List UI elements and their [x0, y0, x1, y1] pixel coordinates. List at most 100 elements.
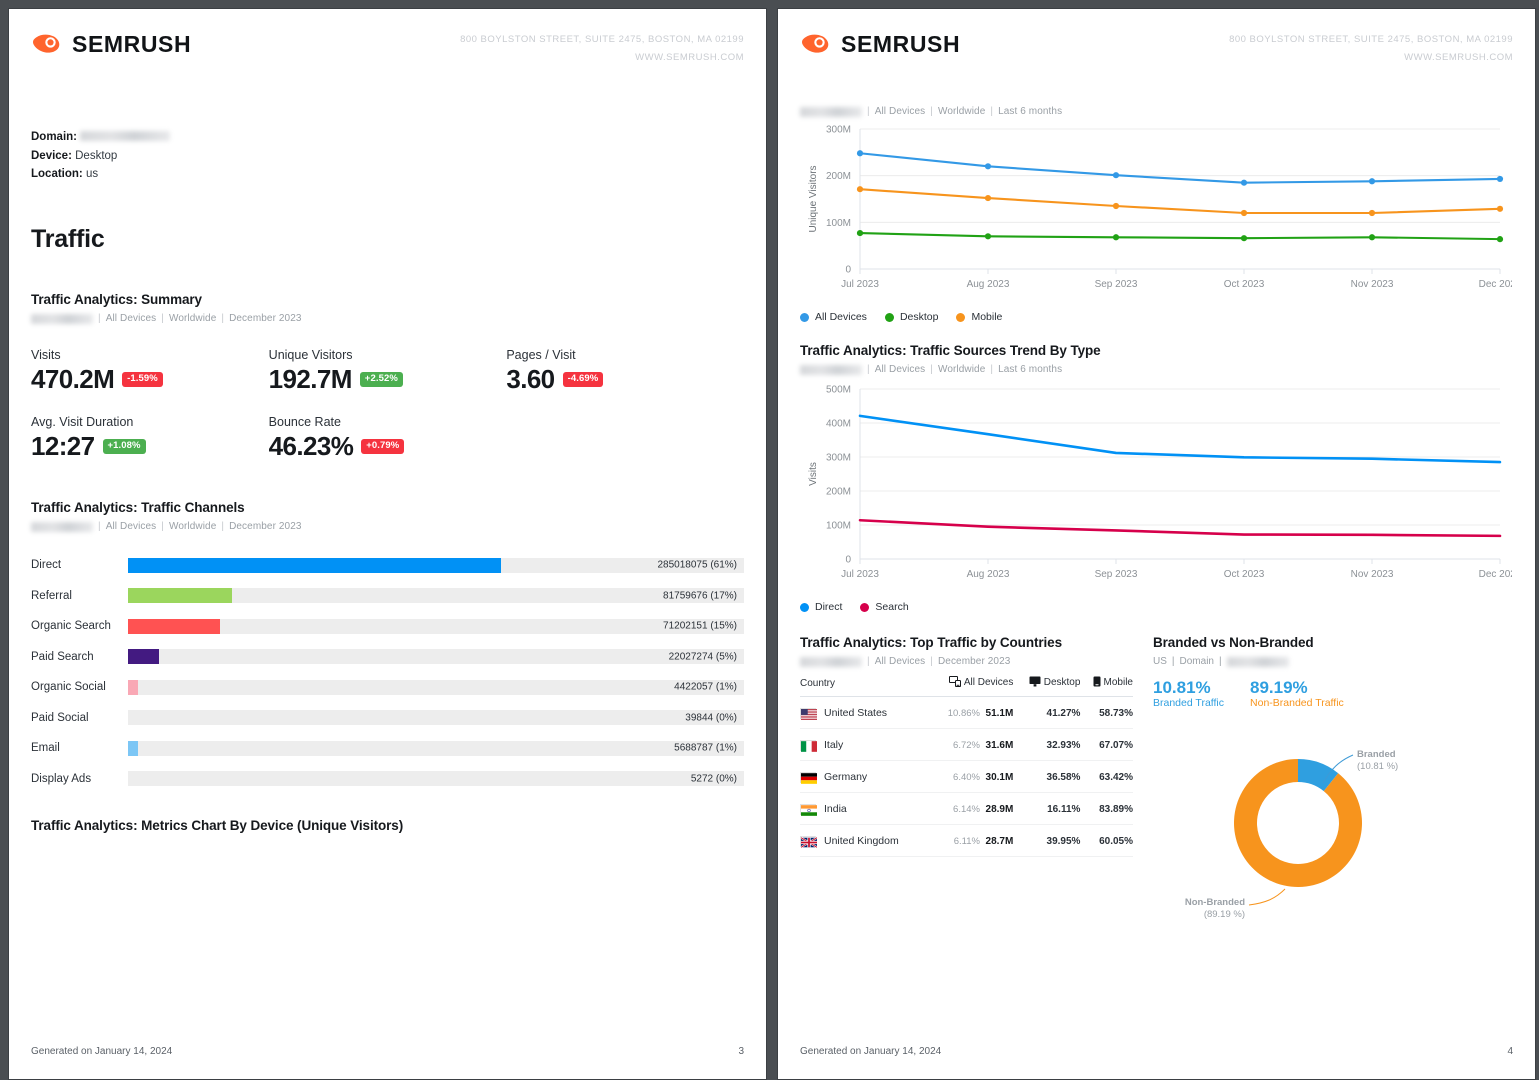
col-mobile[interactable]: Mobile	[1080, 676, 1133, 697]
country-visitors: 31.6M	[986, 740, 1014, 751]
channel-row: Paid Social 39844 (0%)	[31, 703, 744, 734]
flag-icon	[800, 740, 816, 751]
sub-sep: |	[930, 656, 933, 667]
metric-value: 192.7M	[269, 364, 352, 395]
svg-text:500M: 500M	[826, 385, 851, 396]
all-devices-cell: 6.72% 31.6M	[928, 729, 1013, 761]
legend-item[interactable]: Direct	[800, 601, 842, 613]
channel-bar-track: 285018075 (61%)	[128, 558, 744, 573]
metric-label: Visits	[31, 348, 269, 362]
metric-label: Avg. Visit Duration	[31, 415, 269, 429]
metric-value: 3.60	[506, 364, 554, 395]
legend-item[interactable]: Search	[860, 601, 908, 613]
table-row[interactable]: United Kingdom6.11% 28.7M39.95%60.05%	[800, 825, 1133, 857]
sub-sep: |	[867, 106, 870, 117]
countries-table: Country All Devices Desktop	[800, 676, 1133, 857]
donut-callout-branded-value: (10.81 %)	[1357, 761, 1398, 772]
svg-text:200M: 200M	[826, 171, 851, 182]
svg-text:300M: 300M	[826, 453, 851, 464]
semrush-flame-icon	[800, 33, 831, 56]
channel-value: 39844 (0%)	[685, 712, 737, 723]
legend-item[interactable]: All Devices	[800, 311, 867, 323]
flag-icon	[800, 772, 816, 783]
sources-widget-subtitle: | All Devices | Worldwide | Last 6 month…	[800, 364, 1513, 375]
countries-widget-title: Traffic Analytics: Top Traffic by Countr…	[800, 635, 1133, 650]
uv-sub-0: All Devices	[875, 106, 926, 117]
sub-sep: |	[161, 313, 164, 324]
country-visitors: 28.7M	[986, 836, 1014, 847]
metric-label: Pages / Visit	[506, 348, 744, 362]
sources-widget-title: Traffic Analytics: Traffic Sources Trend…	[800, 343, 1513, 358]
country-name: India	[824, 803, 847, 815]
meta-device: Device: Desktop	[31, 147, 744, 166]
col-all-devices[interactable]: All Devices	[928, 676, 1013, 697]
flag-icon	[800, 804, 816, 815]
branded-widget-title: Branded vs Non-Branded	[1153, 635, 1513, 650]
svg-text:Sep 2023: Sep 2023	[1095, 279, 1138, 290]
channel-name: Paid Social	[31, 712, 128, 724]
unique-visitors-widget: | All Devices | Worldwide | Last 6 month…	[800, 106, 1513, 323]
country-visitors: 28.9M	[986, 804, 1014, 815]
meta-domain: Domain:	[31, 128, 744, 147]
channel-name: Referral	[31, 590, 128, 602]
sub-sep: |	[1219, 656, 1222, 667]
all-devices-cell: 6.40% 30.1M	[928, 761, 1013, 793]
svg-text:Jul 2023: Jul 2023	[841, 569, 879, 580]
sources-trend-line-chart: 0100M200M300M400M500MJul 2023Aug 2023Sep…	[800, 375, 1513, 597]
col-all-devices-label: All Devices	[964, 677, 1013, 688]
donut-slice-non-branded[interactable]	[1234, 759, 1362, 887]
channel-row: Email5688787 (1%)	[31, 733, 744, 764]
cty-sub-1: December 2023	[938, 656, 1010, 667]
col-country[interactable]: Country	[800, 676, 928, 697]
country-name: Germany	[824, 771, 867, 783]
metric-value: 46.23%	[269, 431, 354, 462]
countries-widget-subtitle: | All Devices | December 2023	[800, 656, 1133, 667]
metric-label: Unique Visitors	[269, 348, 507, 362]
summary-widget-title: Traffic Analytics: Summary	[31, 292, 744, 307]
src-sub-2: Last 6 months	[998, 364, 1062, 375]
svg-text:100M: 100M	[826, 218, 851, 229]
report-meta: Domain: Device: Desktop Location: us	[31, 128, 744, 184]
channel-bar-fill	[128, 741, 138, 756]
summary-sub-1: Worldwide	[169, 313, 216, 324]
sub-sep: |	[161, 521, 164, 532]
summary-metrics-row-1: Visits 470.2M -1.59% Unique Visitors 192…	[31, 348, 744, 395]
svg-text:100M: 100M	[826, 521, 851, 532]
channel-bar-track: 71202151 (15%)	[128, 619, 744, 634]
table-row[interactable]: Italy6.72% 31.6M32.93%67.07%	[800, 729, 1133, 761]
legend-item[interactable]: Mobile	[956, 311, 1002, 323]
channel-bar-track: 5688787 (1%)	[128, 741, 744, 756]
donut-callout-nonbranded-value: (89.19 %)	[1204, 909, 1245, 920]
footer-page-number: 3	[738, 1046, 744, 1057]
channel-value: 81759676 (17%)	[663, 590, 737, 601]
meta-device-label: Device:	[31, 150, 72, 162]
table-row[interactable]: India6.14% 28.9M16.11%83.89%	[800, 793, 1133, 825]
table-row[interactable]: Germany6.40% 30.1M36.58%63.42%	[800, 761, 1133, 793]
table-row[interactable]: United States10.86% 51.1M41.27%58.73%	[800, 697, 1133, 729]
channel-name: Direct	[31, 559, 128, 571]
cty-sub-0: All Devices	[875, 656, 926, 667]
legend-dot-icon	[800, 313, 809, 322]
legend-label: Search	[875, 601, 908, 613]
svg-text:Unique Visitors: Unique Visitors	[808, 166, 819, 233]
country-cell: United States	[800, 697, 928, 729]
metric-delta-badge: +2.52%	[360, 372, 403, 387]
col-desktop[interactable]: Desktop	[1013, 676, 1080, 697]
meta-location-label: Location:	[31, 168, 83, 180]
channel-row: Direct285018075 (61%)	[31, 550, 744, 581]
nonbranded-traffic-figure: 89.19% Non-Branded Traffic	[1250, 678, 1344, 709]
address-line-1: 800 BOYLSTON STREET, SUITE 2475, BOSTON,…	[460, 31, 744, 49]
country-name: United States	[824, 707, 887, 719]
footer-generated: Generated on January 14, 2024	[31, 1046, 172, 1057]
footer-generated: Generated on January 14, 2024	[800, 1046, 941, 1057]
all-devices-cell: 6.11% 28.7M	[928, 825, 1013, 857]
donut-callout-branded-label: Branded	[1357, 749, 1396, 760]
channel-bar-track: 22027274 (5%)	[128, 649, 744, 664]
legend-item[interactable]: Desktop	[885, 311, 939, 323]
redacted-domain-chip	[800, 365, 862, 375]
country-visitors: 51.1M	[986, 708, 1014, 719]
country-share: 6.72%	[953, 740, 980, 751]
svg-text:200M: 200M	[826, 487, 851, 498]
report-page-4: SEMRUSH 800 BOYLSTON STREET, SUITE 2475,…	[777, 8, 1536, 1080]
top-countries-widget: Traffic Analytics: Top Traffic by Countr…	[800, 635, 1133, 928]
